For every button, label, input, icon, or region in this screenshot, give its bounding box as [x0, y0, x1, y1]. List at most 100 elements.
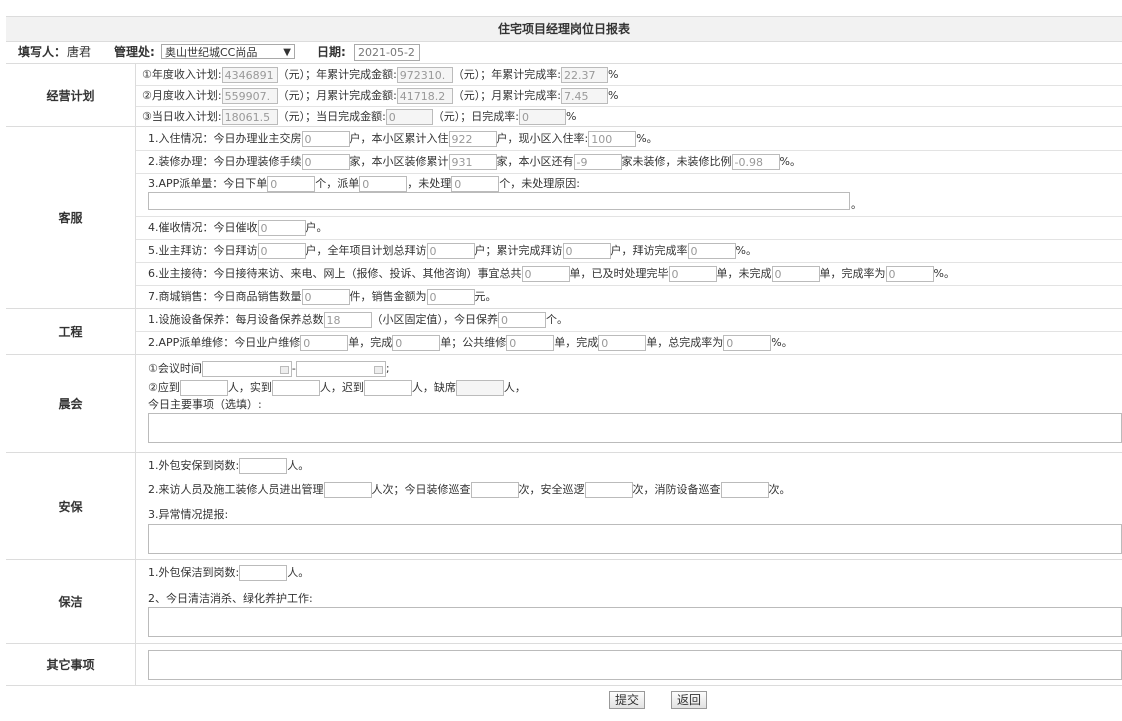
section-service: 客服 1.入住情况：今日办理业主交房 0 户，本小区累计入住 922 户，现小区入住率:…	[6, 126, 1122, 308]
section-meeting: 晨会 ①会议时间 -; ②应到 人，实到 人，迟到 人，缺席 人， 今日主要事项（选填）:	[6, 354, 1122, 452]
service-row-4: 4.催收情况：今日催收 0 户。	[148, 220, 328, 236]
app-unhandled-input[interactable]: 0	[451, 176, 500, 192]
maintenance-total-input[interactable]: 18	[323, 312, 372, 328]
month-plan-input[interactable]: 559907.	[221, 88, 278, 104]
service-row-3: 3.APP派单量：今日下单 0 个，派单 0 ，未处理 0 个，未处理原因:	[148, 176, 581, 192]
back-button[interactable]: 返回	[671, 691, 708, 709]
cleaning-row-2: 2、今日清洁消杀、绿化养护工作:	[148, 592, 313, 605]
business-row-month: ②月度收入计划: 559907. （元）；月累计完成金额: 41718.2 （元）；月累…	[142, 88, 619, 104]
calendar-icon	[279, 366, 289, 374]
renovation-today-input[interactable]: 0	[301, 154, 350, 170]
owner-repair-input[interactable]: 0	[300, 335, 349, 351]
renovation-patrol-input[interactable]	[470, 482, 519, 498]
service-row-1: 1.入住情况：今日办理业主交房 0 户，本小区累计入住 922 户，现小区入住率: 100…	[148, 131, 658, 147]
section-other: 其它事项	[6, 643, 1122, 686]
other-matters-input[interactable]	[148, 650, 1122, 680]
unrenovated-rate-input[interactable]: -0.98	[731, 154, 780, 170]
meeting-matters-label: 今日主要事项（选填）:	[148, 398, 262, 411]
chevron-down-icon: ▼	[283, 47, 291, 58]
app-orders-input[interactable]: 0	[267, 176, 316, 192]
day-plan-input[interactable]: 18061.5	[221, 109, 278, 125]
sales-amount-input[interactable]: 0	[426, 289, 475, 305]
filler-name: 唐君	[67, 45, 92, 59]
visit-today-input[interactable]: 0	[257, 243, 306, 259]
unhandled-reason-input[interactable]	[148, 192, 850, 210]
actual-attend-input[interactable]	[271, 380, 320, 396]
year-rate-input[interactable]: 22.37	[561, 67, 609, 83]
engineering-row-2: 2.APP派单维修：今日业户维修 0 单，完成 0 单；公共维修 0 单，完成 0 单，总完成率…	[148, 335, 793, 351]
service-row-6: 6.业主接待：今日接待来访、来电、网上（报修、投诉、其他咨询）事宜总共 0 单，已及…	[148, 266, 955, 282]
business-row-year: ①年度收入计划: 4346891 （元）；年累计完成金额: 972310. （元）；年累…	[142, 67, 619, 83]
safety-patrol-input[interactable]	[584, 482, 633, 498]
renovation-total-input[interactable]: 931	[448, 154, 497, 170]
submit-button[interactable]: 提交	[609, 691, 646, 709]
service-row-7: 7.商城销售：今日商品销售数量 0 件，销售金额为 0 元。	[148, 289, 497, 305]
public-repair-done-input[interactable]: 0	[598, 335, 647, 351]
page-title: 住宅项目经理岗位日报表	[6, 16, 1122, 42]
month-done-input[interactable]: 41718.2	[396, 88, 453, 104]
meeting-matters-input[interactable]	[148, 413, 1122, 443]
office-select[interactable]: 奥山世纪城CC尚品 ▼	[161, 44, 295, 59]
security-row-1: 1.外包安保到岗数: 人。	[148, 458, 310, 474]
cleaning-work-input[interactable]	[148, 607, 1122, 637]
reception-total-input[interactable]: 0	[521, 266, 570, 282]
visit-rate-input[interactable]: 0	[687, 243, 736, 259]
public-repair-input[interactable]: 0	[506, 335, 555, 351]
section-label: 晨会	[6, 355, 136, 452]
occupied-input[interactable]: 922	[448, 131, 497, 147]
year-done-input[interactable]: 972310.	[396, 67, 453, 83]
business-row-day: ③当日收入计划: 18061.5 （元）；当日完成金额: 0 （元）；日完成率: 0%	[142, 109, 577, 125]
day-rate-input[interactable]: 0	[519, 109, 567, 125]
service-row-5: 5.业主拜访：今日拜访 0 户，全年项目计划总拜访 0 户；累计完成拜访 0 户，拜访完成率…	[148, 243, 757, 259]
section-label: 保洁	[6, 560, 136, 643]
reception-done-input[interactable]: 0	[668, 266, 717, 282]
absent-input[interactable]	[455, 380, 504, 396]
service-row-2: 2.装修办理：今日办理装修手续 0 家，本小区装修累计 931 家，本小区还有 -9 家未装…	[148, 154, 801, 170]
date-input[interactable]: 2021-05-2	[354, 44, 420, 61]
section-label: 经营计划	[6, 64, 136, 126]
collection-input[interactable]: 0	[257, 220, 306, 236]
abnormal-report-input[interactable]	[148, 524, 1122, 554]
fire-patrol-input[interactable]	[720, 482, 769, 498]
visit-done-input[interactable]: 0	[562, 243, 611, 259]
should-attend-input[interactable]	[179, 380, 228, 396]
meeting-end-input[interactable]	[295, 361, 386, 377]
header-bar: 填写人： 唐君 管理处: 奥山世纪城CC尚品 ▼ 日期: 2021-05-2	[6, 41, 1122, 63]
section-label: 客服	[6, 127, 136, 308]
section-label: 安保	[6, 453, 136, 559]
section-security: 安保 1.外包安保到岗数: 人。 2.来访人员及施工装修人员进出管理 人次；今日装修…	[6, 452, 1122, 559]
security-row-2: 2.来访人员及施工装修人员进出管理 人次；今日装修巡查 次，安全巡逻 次，消防设备巡查…	[148, 482, 791, 498]
calendar-icon	[373, 366, 383, 374]
date-label: 日期:	[317, 45, 346, 59]
day-done-input[interactable]: 0	[385, 109, 433, 125]
section-label: 其它事项	[6, 644, 136, 685]
meeting-time-row: ①会议时间 -;	[148, 361, 390, 377]
section-business: 经营计划 ①年度收入计划: 4346891 （元）；年累计完成金额: 972310. （…	[6, 63, 1122, 126]
section-engineering: 工程 1.设施设备保养：每月设备保养总数 18 （小区固定值），今日保养 0 个。 2.…	[6, 308, 1122, 354]
late-input[interactable]	[363, 380, 412, 396]
handover-input[interactable]: 0	[301, 131, 350, 147]
sales-qty-input[interactable]: 0	[301, 289, 350, 305]
visit-plan-input[interactable]: 0	[426, 243, 475, 259]
security-row-3: 3.异常情况提报:	[148, 508, 229, 521]
filler-label: 填写人：	[18, 45, 67, 59]
security-staff-input[interactable]	[239, 458, 288, 474]
occupancy-rate-input[interactable]: 100	[588, 131, 637, 147]
meeting-start-input[interactable]	[201, 361, 292, 377]
owner-repair-done-input[interactable]: 0	[392, 335, 441, 351]
cleaning-row-1: 1.外包保洁到岗数: 人。	[148, 565, 310, 581]
reception-rate-input[interactable]: 0	[885, 266, 934, 282]
office-label: 管理处:	[114, 45, 155, 59]
month-rate-input[interactable]: 7.45	[561, 88, 609, 104]
reception-undone-input[interactable]: 0	[771, 266, 820, 282]
engineering-row-1: 1.设施设备保养：每月设备保养总数 18 （小区固定值），今日保养 0 个。	[148, 312, 568, 328]
section-cleaning: 保洁 1.外包保洁到岗数: 人。 2、今日清洁消杀、绿化养护工作:	[6, 559, 1122, 643]
year-plan-input[interactable]: 4346891	[221, 67, 278, 83]
cleaning-staff-input[interactable]	[239, 565, 288, 581]
maintenance-today-input[interactable]: 0	[498, 312, 546, 328]
visitor-count-input[interactable]	[323, 482, 372, 498]
section-label: 工程	[6, 309, 136, 354]
app-dispatched-input[interactable]: 0	[359, 176, 408, 192]
repair-rate-input[interactable]: 0	[723, 335, 772, 351]
unrenovated-input[interactable]: -9	[573, 154, 622, 170]
